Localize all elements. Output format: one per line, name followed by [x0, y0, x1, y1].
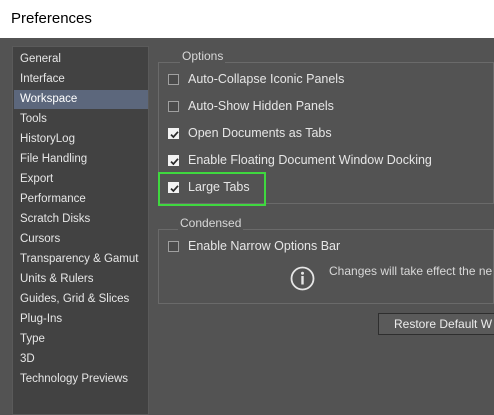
large-tabs-highlight — [158, 172, 266, 206]
window-title: Preferences — [11, 10, 92, 27]
restart-note: Changes will take effect the ne — [329, 264, 493, 278]
sidebar-item-export[interactable]: Export — [14, 170, 148, 189]
sidebar-item-plug-ins[interactable]: Plug-Ins — [14, 310, 148, 329]
open-documents-as-tabs-option[interactable]: Open Documents as Tabs — [168, 124, 332, 142]
restore-default-workspaces-button[interactable]: Restore Default W — [378, 313, 494, 335]
sidebar-item-scratch-disks[interactable]: Scratch Disks — [14, 210, 148, 229]
sidebar-item-performance[interactable]: Performance — [14, 190, 148, 209]
option-label: Open Documents as Tabs — [188, 126, 332, 140]
floating-window-docking-option[interactable]: Enable Floating Document Window Docking — [168, 151, 432, 169]
open-documents-tabs-checkbox[interactable] — [168, 127, 179, 139]
sidebar-item-tools[interactable]: Tools — [14, 110, 148, 129]
option-label: Enable Floating Document Window Docking — [188, 153, 432, 167]
sidebar-item-workspace[interactable]: Workspace — [14, 90, 148, 109]
sidebar-item-interface[interactable]: Interface — [14, 70, 148, 89]
title-bar: Preferences — [0, 0, 494, 38]
sidebar-item-history-log[interactable]: HistoryLog — [14, 130, 148, 149]
sidebar-item-technology-previews[interactable]: Technology Previews — [14, 370, 148, 389]
sidebar-item-units-rulers[interactable]: Units & Rulers — [14, 270, 148, 289]
option-label: Auto-Collapse Iconic Panels — [188, 72, 345, 86]
auto-show-checkbox[interactable] — [168, 100, 179, 112]
checkmark-icon — [170, 157, 179, 165]
options-group-label: Options — [180, 49, 226, 63]
auto-collapse-checkbox[interactable] — [168, 73, 179, 85]
sidebar-item-cursors[interactable]: Cursors — [14, 230, 148, 249]
sidebar-item-guides-grid-slices[interactable]: Guides, Grid & Slices — [14, 290, 148, 309]
condensed-group-label: Condensed — [178, 216, 244, 230]
sidebar-item-file-handling[interactable]: File Handling — [14, 150, 148, 169]
sidebar: General Interface Workspace Tools Histor… — [12, 46, 149, 415]
sidebar-item-transparency-gamut[interactable]: Transparency & Gamut — [14, 250, 148, 269]
auto-collapse-iconic-panels-option[interactable]: Auto-Collapse Iconic Panels — [168, 70, 344, 88]
option-label: Enable Narrow Options Bar — [188, 239, 341, 253]
auto-show-hidden-panels-option[interactable]: Auto-Show Hidden Panels — [168, 97, 334, 115]
sidebar-item-general[interactable]: General — [14, 50, 148, 69]
floating-docking-checkbox[interactable] — [168, 154, 179, 166]
sidebar-item-type[interactable]: Type — [14, 330, 148, 349]
narrow-options-bar-option[interactable]: Enable Narrow Options Bar — [168, 237, 340, 255]
narrow-options-bar-checkbox[interactable] — [168, 240, 179, 252]
checkmark-icon — [170, 130, 179, 138]
sidebar-item-3d[interactable]: 3D — [14, 350, 148, 369]
option-label: Auto-Show Hidden Panels — [188, 99, 334, 113]
info-icon — [290, 266, 315, 291]
